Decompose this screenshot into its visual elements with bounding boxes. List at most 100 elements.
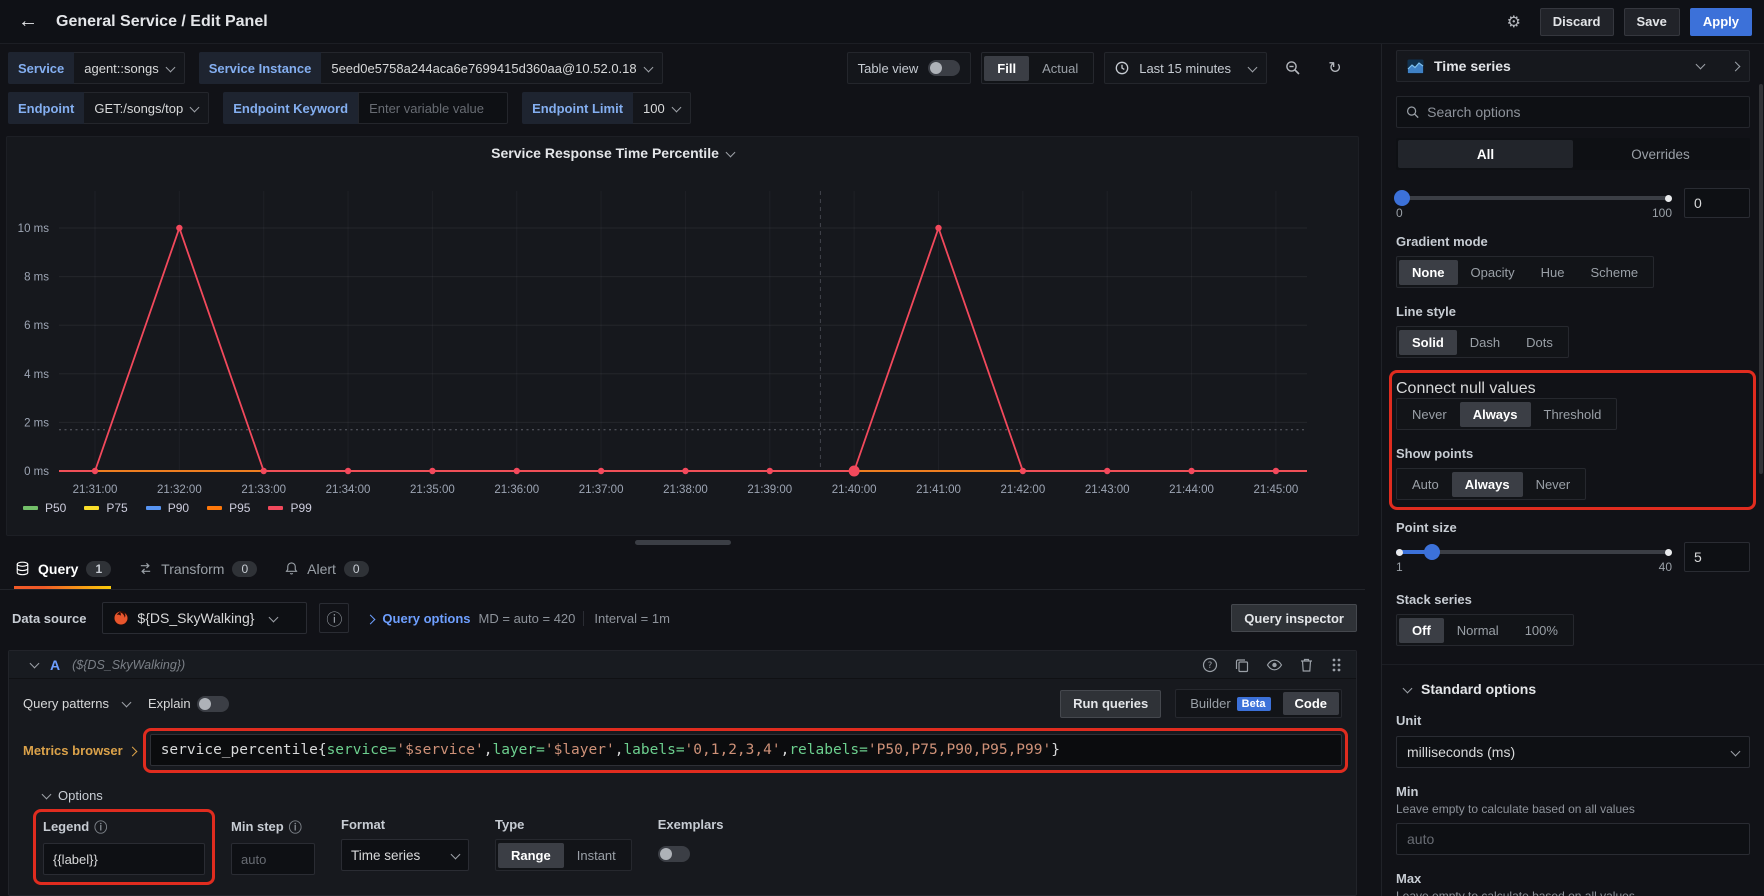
help-circle-icon: ⓘ bbox=[326, 606, 342, 630]
point-size-row: 1 40 bbox=[1396, 542, 1750, 572]
svg-text:21:38:00: 21:38:00 bbox=[663, 484, 708, 496]
tab-all[interactable]: All bbox=[1398, 140, 1573, 168]
line-solid-button[interactable]: Solid bbox=[1399, 330, 1457, 355]
type-instant-button[interactable]: Instant bbox=[564, 843, 629, 868]
zoom-out-button[interactable] bbox=[1277, 54, 1309, 82]
datasource-help-button[interactable]: ⓘ bbox=[319, 603, 349, 633]
line-dash-button[interactable]: Dash bbox=[1457, 330, 1513, 355]
legend-item[interactable]: P95 bbox=[207, 501, 250, 515]
builder-option[interactable]: Builder Beta bbox=[1178, 692, 1282, 715]
line-style-segment: Solid Dash Dots bbox=[1396, 326, 1569, 358]
transform-icon bbox=[137, 561, 153, 577]
legend-item[interactable]: P99 bbox=[268, 501, 311, 515]
points-auto-button[interactable]: Auto bbox=[1399, 472, 1452, 497]
query-inspector-button[interactable]: Query inspector bbox=[1231, 604, 1357, 632]
stack-normal-button[interactable]: Normal bbox=[1444, 618, 1512, 643]
min-input[interactable] bbox=[1396, 823, 1750, 855]
save-button[interactable]: Save bbox=[1624, 8, 1680, 36]
fill-opacity-slider[interactable]: 0 100 bbox=[1396, 188, 1672, 218]
query-patterns-dropdown[interactable]: Query patterns bbox=[23, 696, 130, 711]
gradient-opacity-button[interactable]: Opacity bbox=[1458, 260, 1528, 285]
chart-svg[interactable]: 21:31:0021:32:0021:33:0021:34:0021:35:00… bbox=[7, 171, 1359, 501]
connect-always-button[interactable]: Always bbox=[1460, 402, 1531, 427]
gradient-hue-button[interactable]: Hue bbox=[1528, 260, 1578, 285]
connect-never-button[interactable]: Never bbox=[1399, 402, 1460, 427]
tab-transform[interactable]: Transform 0 bbox=[137, 548, 257, 589]
apply-button[interactable]: Apply bbox=[1690, 8, 1752, 36]
var-endpoint-limit-value[interactable]: 100 bbox=[633, 92, 691, 124]
legend-item[interactable]: P50 bbox=[23, 501, 66, 515]
info-icon[interactable]: ⓘ bbox=[94, 817, 107, 836]
var-service-instance-value[interactable]: 5eed0e5758a244aca6e7699415d360aa@10.52.0… bbox=[321, 52, 662, 84]
explain-toggle[interactable] bbox=[197, 696, 229, 712]
legend-swatch bbox=[207, 506, 222, 510]
tab-overrides[interactable]: Overrides bbox=[1573, 140, 1748, 168]
query-options-toggle[interactable]: Query options MD = auto = 420 Interval =… bbox=[361, 611, 669, 626]
query-expression[interactable]: service_percentile{service='$service', l… bbox=[150, 734, 1342, 766]
code-option[interactable]: Code bbox=[1283, 692, 1340, 715]
drag-handle-icon[interactable] bbox=[1330, 657, 1342, 673]
min-step-input[interactable] bbox=[231, 843, 315, 875]
unit-select[interactable]: milliseconds (ms) bbox=[1396, 736, 1750, 768]
legend-item[interactable]: P75 bbox=[84, 501, 127, 515]
actual-button[interactable]: Actual bbox=[1029, 56, 1091, 81]
help-circle-icon[interactable]: ? bbox=[1202, 657, 1218, 673]
duplicate-icon[interactable] bbox=[1234, 657, 1250, 673]
datasource-picker[interactable]: ${DS_SkyWalking} bbox=[102, 602, 307, 634]
viz-picker[interactable]: Time series bbox=[1396, 50, 1750, 82]
stack-series-group: Stack series Off Normal 100% bbox=[1396, 592, 1750, 646]
fill-opacity-input[interactable] bbox=[1684, 188, 1750, 218]
info-icon[interactable]: ⓘ bbox=[289, 817, 302, 836]
collapse-chevron-icon[interactable] bbox=[23, 656, 38, 674]
sidebar-scrollbar[interactable] bbox=[1759, 84, 1763, 474]
stack-100-button[interactable]: 100% bbox=[1512, 618, 1571, 643]
tab-query[interactable]: Query 1 bbox=[14, 548, 111, 589]
options-search-input[interactable] bbox=[1427, 104, 1740, 120]
points-always-button[interactable]: Always bbox=[1452, 472, 1523, 497]
point-size-input[interactable] bbox=[1684, 542, 1750, 572]
slider-max-label: 40 bbox=[1659, 560, 1672, 574]
gradient-none-button[interactable]: None bbox=[1399, 260, 1458, 285]
table-view-label: Table view bbox=[858, 61, 919, 76]
var-endpoint-label: Endpoint bbox=[8, 92, 84, 124]
tab-alert[interactable]: Alert 0 bbox=[283, 548, 368, 589]
fill-button[interactable]: Fill bbox=[984, 56, 1029, 81]
legend-input[interactable] bbox=[43, 843, 205, 875]
line-dots-button[interactable]: Dots bbox=[1513, 330, 1566, 355]
gradient-scheme-button[interactable]: Scheme bbox=[1577, 260, 1651, 285]
options-section-toggle[interactable]: Options bbox=[9, 770, 1356, 807]
point-size-slider[interactable]: 1 40 bbox=[1396, 542, 1672, 572]
metrics-browser-toggle[interactable]: Metrics browser bbox=[23, 743, 136, 758]
var-endpoint-value[interactable]: GET:/songs/top bbox=[84, 92, 209, 124]
min-group: Min Leave empty to calculate based on al… bbox=[1396, 784, 1750, 855]
slider-handle[interactable] bbox=[1424, 544, 1440, 560]
format-dropdown[interactable]: Time series bbox=[341, 839, 469, 871]
refresh-button[interactable]: ↻ bbox=[1319, 54, 1351, 82]
table-view-toggle[interactable] bbox=[928, 60, 960, 76]
var-service-value[interactable]: agent::songs bbox=[74, 52, 184, 84]
connect-threshold-button[interactable]: Threshold bbox=[1531, 402, 1615, 427]
legend-item[interactable]: P90 bbox=[146, 501, 189, 515]
collapse-sidebar-icon[interactable] bbox=[1726, 57, 1739, 75]
points-never-button[interactable]: Never bbox=[1523, 472, 1584, 497]
standard-options-label: Standard options bbox=[1421, 681, 1536, 697]
panel-title[interactable]: Service Response Time Percentile bbox=[7, 145, 1218, 161]
back-arrow-icon[interactable]: ← bbox=[18, 10, 38, 33]
eye-icon[interactable] bbox=[1266, 657, 1283, 673]
run-queries-button[interactable]: Run queries bbox=[1060, 690, 1161, 718]
standard-options-toggle[interactable]: Standard options bbox=[1396, 681, 1750, 697]
endpoint-keyword-input[interactable] bbox=[358, 92, 508, 124]
slider-handle[interactable] bbox=[1394, 190, 1410, 206]
type-range-button[interactable]: Range bbox=[498, 843, 564, 868]
query-row-header[interactable]: A (${DS_SkyWalking}) ? bbox=[9, 651, 1356, 679]
svg-text:21:42:00: 21:42:00 bbox=[1000, 484, 1045, 496]
svg-text:21:31:00: 21:31:00 bbox=[73, 484, 118, 496]
svg-text:21:37:00: 21:37:00 bbox=[579, 484, 624, 496]
time-range-picker[interactable]: Last 15 minutes bbox=[1104, 52, 1267, 84]
resize-handle[interactable] bbox=[635, 540, 731, 545]
panel-settings-button[interactable]: ⚙ bbox=[1498, 8, 1530, 36]
trash-icon[interactable] bbox=[1299, 657, 1314, 673]
stack-off-button[interactable]: Off bbox=[1399, 618, 1444, 643]
exemplars-toggle[interactable] bbox=[658, 846, 690, 862]
discard-button[interactable]: Discard bbox=[1540, 8, 1614, 36]
